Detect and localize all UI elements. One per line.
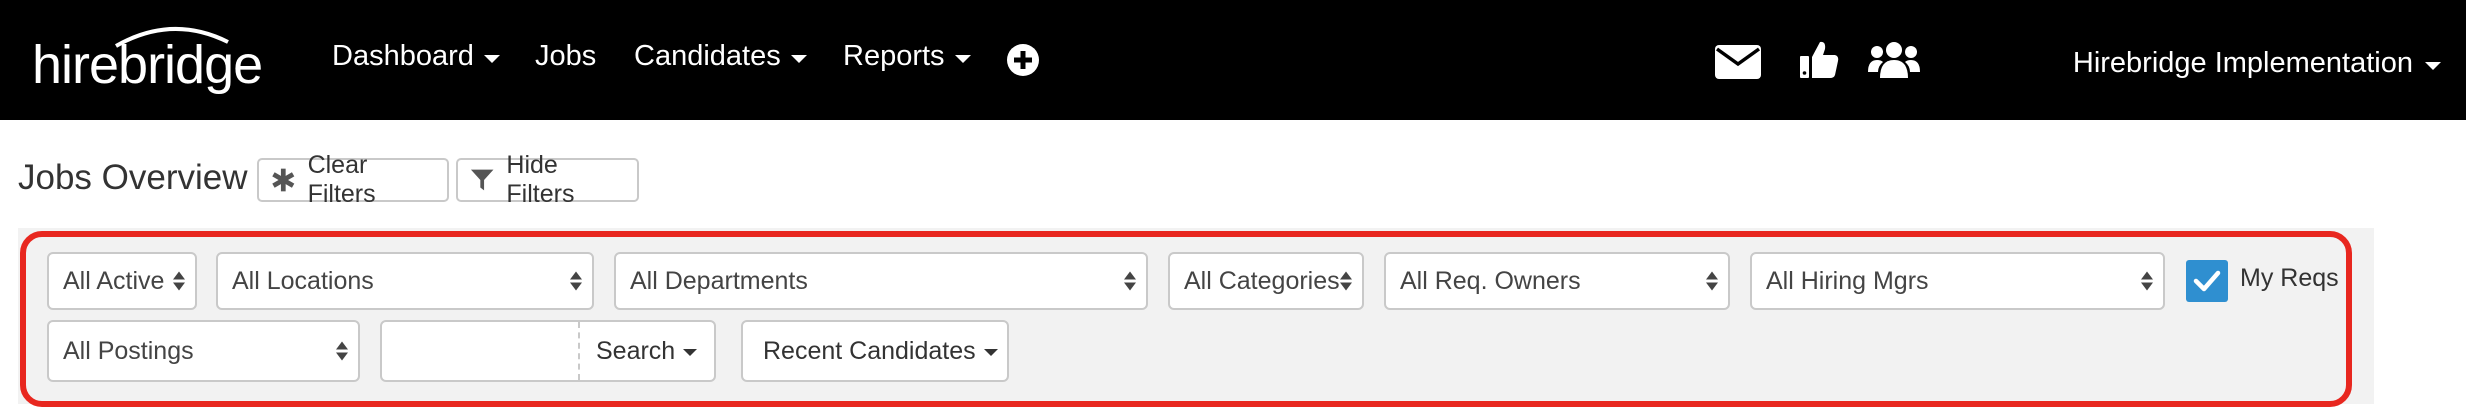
postings-select[interactable]: All Postings: [47, 320, 360, 382]
locations-select[interactable]: All Locations: [216, 252, 594, 310]
page-title: Jobs Overview: [18, 158, 248, 197]
nav-dashboard-label: Dashboard: [332, 40, 474, 72]
categories-select-value: All Categories: [1184, 266, 1340, 295]
chevron-down-icon: [954, 54, 971, 63]
chevron-down-icon: [683, 349, 698, 356]
my-reqs-checkbox[interactable]: [2186, 260, 2228, 302]
hiring-mgrs-select[interactable]: All Hiring Mgrs: [1750, 252, 2165, 310]
user-menu-label: Hirebridge Implementation: [2072, 47, 2413, 79]
req-owners-select[interactable]: All Req. Owners: [1384, 252, 1730, 310]
user-menu[interactable]: Hirebridge Implementation: [2073, 47, 2441, 80]
chevron-down-icon: [983, 349, 998, 356]
nav-jobs-label: Jobs: [535, 40, 597, 72]
recent-candidates-label: Recent Candidates: [763, 336, 976, 365]
nav-reports[interactable]: Reports: [843, 40, 971, 73]
nav-dashboard[interactable]: Dashboard: [332, 40, 500, 73]
clear-filters-label: Clear Filters: [307, 151, 376, 208]
chevron-down-icon: [790, 54, 807, 63]
hirebridge-logo[interactable]: hirebridge: [32, 20, 282, 100]
search-button[interactable]: Search: [578, 322, 714, 380]
top-navbar: hirebridge Dashboard Jobs Candidates Rep…: [0, 0, 2466, 120]
nav-candidates-label: Candidates: [634, 40, 781, 72]
status-select-value: All Active: [63, 266, 165, 295]
hide-filters-button[interactable]: Hide Filters: [456, 151, 639, 208]
search-input[interactable]: [382, 322, 578, 380]
departments-select[interactable]: All Departments: [614, 252, 1148, 310]
checkmark-icon: [2193, 270, 2221, 292]
status-select[interactable]: All Active: [47, 252, 197, 310]
chevron-down-icon: [483, 54, 500, 63]
nav-candidates[interactable]: Candidates: [634, 40, 807, 73]
req-owners-select-value: All Req. Owners: [1400, 266, 1581, 295]
clear-filters-button[interactable]: Clear Filters: [257, 151, 449, 208]
select-arrows-icon: [1124, 271, 1136, 291]
recent-candidates-button[interactable]: Recent Candidates: [741, 320, 1009, 382]
chevron-down-icon: [2425, 61, 2441, 70]
asterisk-icon: [272, 168, 295, 192]
select-arrows-icon: [173, 271, 185, 291]
plus-circle-icon[interactable]: [1006, 43, 1040, 77]
hide-filters-label: Hide Filters: [506, 151, 575, 208]
envelope-icon[interactable]: [1714, 44, 1762, 80]
nav-reports-label: Reports: [843, 40, 945, 72]
thumbs-up-icon[interactable]: [1798, 38, 1840, 80]
nav-jobs[interactable]: Jobs: [535, 40, 596, 73]
users-icon[interactable]: [1868, 38, 1920, 82]
departments-select-value: All Departments: [630, 266, 808, 295]
search-button-label: Search: [596, 336, 676, 365]
search-group: Search: [380, 320, 716, 382]
select-arrows-icon: [570, 271, 582, 291]
filter-icon: [470, 169, 494, 191]
my-reqs-label: My Reqs: [2240, 264, 2339, 292]
locations-select-value: All Locations: [232, 266, 374, 295]
logo-text: hirebridge: [32, 35, 263, 95]
categories-select[interactable]: All Categories: [1168, 252, 1364, 310]
select-arrows-icon: [336, 341, 348, 361]
postings-select-value: All Postings: [63, 336, 194, 365]
hiring-mgrs-select-value: All Hiring Mgrs: [1766, 266, 1929, 295]
select-arrows-icon: [2141, 271, 2153, 291]
select-arrows-icon: [1706, 271, 1718, 291]
select-arrows-icon: [1340, 271, 1352, 291]
